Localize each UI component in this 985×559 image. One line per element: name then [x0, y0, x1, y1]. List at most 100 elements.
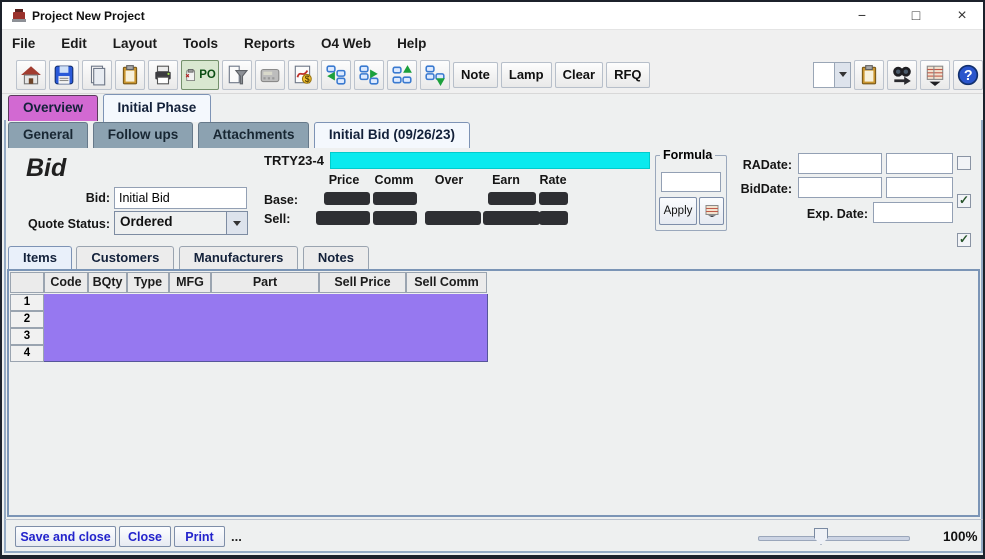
app-window: Project New Project − □ × File Edit Layo… [0, 0, 985, 559]
formula-input[interactable] [661, 172, 721, 192]
tab-follow-ups[interactable]: Follow ups [93, 122, 194, 148]
highlighted-field[interactable] [330, 152, 650, 169]
redacted-base-price [324, 192, 370, 205]
close-window-button[interactable]: Close [119, 526, 171, 547]
menu-tools[interactable]: Tools [183, 36, 218, 51]
col-price: Price [322, 173, 366, 187]
new-document-button[interactable] [82, 60, 112, 90]
bid-field-label: Bid: [12, 191, 110, 205]
redacted-sell-over [425, 211, 481, 225]
rfq-button[interactable]: RFQ [606, 62, 649, 88]
minimize-button[interactable]: − [840, 2, 884, 29]
tab-customers[interactable]: Customers [76, 246, 174, 269]
menu-o4web[interactable]: O4 Web [321, 36, 371, 51]
row-header-3[interactable]: 3 [10, 328, 44, 345]
flow-up-button[interactable] [387, 60, 417, 90]
redacted-base-comm [373, 192, 417, 205]
col-earn: Earn [486, 173, 526, 187]
note-button[interactable]: Note [453, 62, 498, 88]
price-chart-button[interactable]: $ [288, 60, 318, 90]
tab-overview[interactable]: Overview [8, 95, 98, 121]
document-icon [86, 64, 108, 86]
calculator-button[interactable] [255, 60, 285, 90]
search-button[interactable] [887, 60, 917, 90]
lamp-button[interactable]: Lamp [501, 62, 552, 88]
maximize-button[interactable]: □ [894, 2, 938, 29]
po-label: PO [199, 69, 216, 81]
bid-name-input[interactable] [114, 187, 247, 209]
print-footer-button[interactable]: Print [174, 526, 225, 547]
home-button[interactable] [16, 60, 46, 90]
quote-status-combobox[interactable]: Ordered [114, 211, 248, 235]
project-ref-code: TRTY23-4 [264, 153, 324, 168]
tab-manufacturers[interactable]: Manufacturers [179, 246, 299, 269]
row-header-1[interactable]: 1 [10, 294, 44, 311]
menu-file[interactable]: File [12, 36, 35, 51]
more-indicator: ... [231, 529, 242, 544]
menu-edit[interactable]: Edit [61, 36, 87, 51]
sell-row-label: Sell: [264, 212, 290, 226]
calculator-icon [259, 64, 281, 86]
clear-button[interactable]: Clear [555, 62, 604, 88]
flow-down-button[interactable] [420, 60, 450, 90]
save-button[interactable] [49, 60, 79, 90]
toolbar-combobox[interactable] [813, 62, 851, 88]
tab-items[interactable]: Items [8, 246, 72, 269]
flow-left-button[interactable] [321, 60, 351, 90]
expdate-checkbox[interactable] [957, 233, 971, 247]
zoom-slider-thumb[interactable] [814, 528, 828, 545]
save-and-close-button[interactable]: Save and close [15, 526, 116, 547]
header-mfg[interactable]: MFG [169, 272, 211, 293]
biddate-input-2[interactable] [886, 177, 953, 198]
po-toggle-button[interactable]: PO [181, 60, 219, 90]
mini-table-icon [705, 205, 719, 217]
header-sell-comm[interactable]: Sell Comm [406, 272, 487, 293]
clipboard-button[interactable] [115, 60, 145, 90]
print-button[interactable] [148, 60, 178, 90]
tab-notes[interactable]: Notes [303, 246, 369, 269]
table-corner-header[interactable] [10, 272, 44, 293]
flowchart-arrow-up-icon [391, 64, 413, 86]
radate-input-1[interactable] [798, 153, 882, 174]
biddate-input-1[interactable] [798, 177, 882, 198]
document-filter-icon [226, 64, 248, 86]
clipboard-view-button[interactable] [854, 60, 884, 90]
menu-help[interactable]: Help [397, 36, 426, 51]
biddate-checkbox[interactable] [957, 194, 971, 208]
po-clipboard-icon [184, 67, 198, 83]
row-header-2[interactable]: 2 [10, 311, 44, 328]
formula-picker-button[interactable] [699, 197, 724, 225]
header-part[interactable]: Part [211, 272, 319, 293]
zoom-slider-track[interactable] [758, 536, 910, 541]
header-code[interactable]: Code [44, 272, 88, 293]
tab-general[interactable]: General [8, 122, 88, 148]
toolbar-combobox-value [814, 63, 834, 87]
filter-document-button[interactable] [222, 60, 252, 90]
selected-rows-block[interactable] [44, 294, 488, 362]
expdate-input[interactable] [873, 202, 953, 223]
help-button[interactable]: ? [953, 60, 983, 90]
binoculars-arrow-icon [891, 64, 913, 86]
header-bqty[interactable]: BQty [88, 272, 127, 293]
close-button[interactable]: × [940, 2, 984, 29]
apply-button[interactable]: Apply [659, 197, 697, 225]
header-type[interactable]: Type [127, 272, 169, 293]
row-header-4[interactable]: 4 [10, 345, 44, 362]
quote-status-value: Ordered [115, 212, 226, 234]
menu-layout[interactable]: Layout [113, 36, 157, 51]
redacted-base-rate [539, 192, 568, 205]
radate-input-2[interactable] [886, 153, 953, 174]
radate-checkbox[interactable] [957, 156, 971, 170]
flow-right-button[interactable] [354, 60, 384, 90]
tab-attachments[interactable]: Attachments [198, 122, 310, 148]
detail-tab-row: Items Customers Manufacturers Notes [8, 246, 369, 269]
printer-icon [152, 64, 174, 86]
redacted-base-earn [488, 192, 536, 205]
chevron-down-icon[interactable] [226, 212, 247, 234]
table-view-button[interactable] [920, 60, 950, 90]
header-sell-price[interactable]: Sell Price [319, 272, 406, 293]
tab-initial-bid[interactable]: Initial Bid (09/26/23) [314, 122, 470, 148]
tab-initial-phase[interactable]: Initial Phase [103, 94, 212, 122]
chevron-down-icon[interactable] [834, 63, 850, 87]
menu-reports[interactable]: Reports [244, 36, 295, 51]
